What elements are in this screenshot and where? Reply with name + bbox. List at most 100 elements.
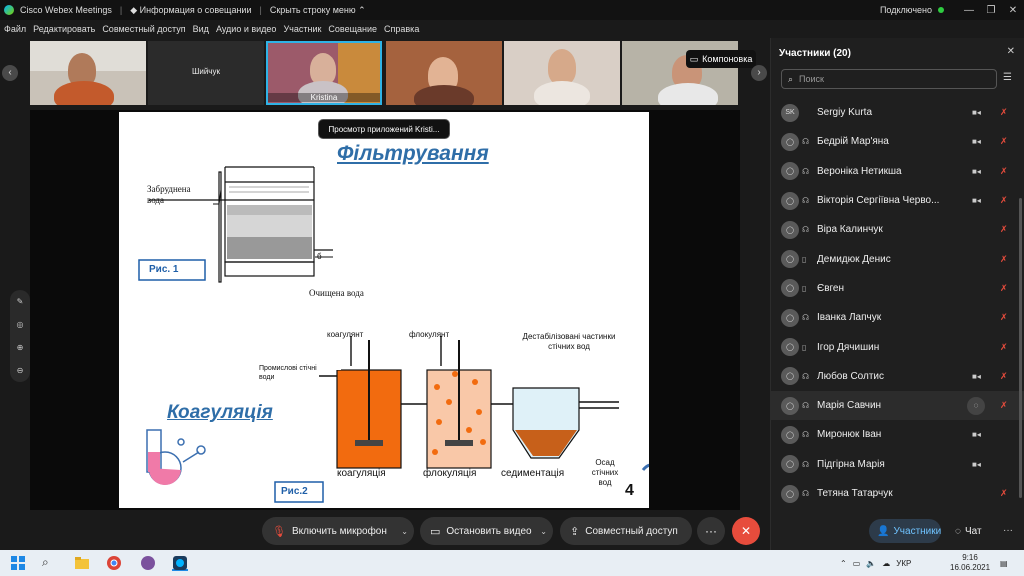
participant-search-input[interactable]: ⌕ Поиск bbox=[781, 69, 997, 89]
chevron-up-icon[interactable]: ⌃ bbox=[840, 559, 847, 568]
video-tile-2[interactable]: Шийчук bbox=[148, 41, 264, 105]
zoom-out-icon[interactable]: ⊖ bbox=[17, 366, 24, 375]
chat-bubble-icon[interactable]: ◌ bbox=[967, 396, 985, 415]
close-panel-icon[interactable]: ✕ bbox=[1007, 46, 1015, 57]
participant-row[interactable]: ◯ ▯ Євген ✗ bbox=[771, 274, 1024, 303]
leave-meeting-button[interactable]: ✕ bbox=[732, 517, 760, 545]
avatar: ◯ bbox=[781, 250, 799, 269]
people-icon: 👤 bbox=[877, 525, 890, 537]
audio-icon: ☊ bbox=[802, 489, 810, 498]
avatar: ◯ bbox=[781, 367, 799, 386]
participant-row[interactable]: ◯ ☊ Віра Калинчук ✗ bbox=[771, 215, 1024, 244]
audio-icon: ☊ bbox=[802, 166, 810, 176]
mic-muted-icon[interactable]: ✗ bbox=[1000, 136, 1008, 147]
language-indicator[interactable]: УКР bbox=[896, 559, 911, 568]
camera-icon: ▭ bbox=[430, 525, 441, 538]
slide-page-number: 4 bbox=[625, 482, 634, 499]
webex-taskbar-icon[interactable] bbox=[172, 555, 188, 571]
menu-audio-video[interactable]: Аудио и видео bbox=[216, 24, 277, 34]
unmute-button[interactable]: 🎙 Включить микрофон ⌄ bbox=[262, 517, 414, 545]
participant-row[interactable]: ◯ ☊ Бедрій Мар'яна ■◂ ✗ bbox=[771, 127, 1024, 156]
coagulant-label: коагулянт bbox=[327, 330, 364, 339]
video-tile-1[interactable] bbox=[30, 41, 146, 105]
clock[interactable]: 9:16 16.06.2021 bbox=[950, 550, 990, 576]
menu-edit[interactable]: Редактировать bbox=[33, 24, 95, 34]
meeting-info-link[interactable]: ◆ Информация о совещании bbox=[130, 5, 251, 16]
menu-file[interactable]: Файл bbox=[4, 24, 26, 34]
webex-logo-icon bbox=[4, 5, 14, 15]
mic-muted-icon[interactable]: ✗ bbox=[1000, 224, 1008, 235]
video-on-icon: ■◂ bbox=[972, 166, 981, 176]
mic-muted-icon[interactable]: ✗ bbox=[1000, 342, 1008, 353]
restore-icon[interactable]: ❐ bbox=[980, 5, 1002, 16]
panel-scrollbar[interactable] bbox=[1019, 198, 1022, 498]
menu-share[interactable]: Совместный доступ bbox=[102, 24, 185, 34]
stop-video-button[interactable]: ▭ Остановить видео ⌄ bbox=[420, 517, 553, 545]
notifications-icon[interactable]: ▤ bbox=[1000, 550, 1008, 576]
participant-row[interactable]: SK Sergiy Kurta ■◂ ✗ bbox=[771, 98, 1024, 127]
mic-muted-icon[interactable]: ✗ bbox=[1000, 254, 1008, 265]
phone-icon: ▯ bbox=[802, 342, 807, 352]
mic-muted-icon[interactable]: ✗ bbox=[1000, 371, 1008, 382]
avatar: ◯ bbox=[781, 396, 799, 415]
menu-view[interactable]: Вид bbox=[193, 24, 209, 34]
participant-row[interactable]: ◯ ☊ Вікторія Сергіївна Черво... ■◂ ✗ bbox=[771, 186, 1024, 215]
mic-muted-icon[interactable]: ✗ bbox=[1000, 195, 1008, 206]
view-apps-tooltip[interactable]: Просмотр приложений Kristi... bbox=[318, 119, 450, 139]
video-tile-3-active-speaker[interactable]: Kristina bbox=[266, 41, 382, 105]
search-icon[interactable]: ⌕ bbox=[42, 555, 58, 571]
mic-muted-icon[interactable]: ✗ bbox=[1000, 283, 1008, 294]
more-options-button[interactable]: ··· bbox=[697, 517, 725, 545]
participant-row[interactable]: ◯ ☊ Любов Солтис ■◂ ✗ bbox=[771, 362, 1024, 391]
file-explorer-icon[interactable] bbox=[74, 555, 90, 571]
mic-muted-icon[interactable]: ✗ bbox=[1000, 107, 1008, 118]
participant-row[interactable]: ◯ ☊ Миронюк Іван ■◂ bbox=[771, 420, 1024, 449]
participant-row[interactable]: ◯ ▯ Ігор Дячишин ✗ bbox=[771, 332, 1024, 361]
zoom-in-icon[interactable]: ⊕ bbox=[17, 343, 24, 352]
participant-row[interactable]: ◯ ▯ Демидюк Денис ✗ bbox=[771, 244, 1024, 273]
menu-participant[interactable]: Участник bbox=[283, 24, 321, 34]
menu-meeting[interactable]: Совещание bbox=[328, 24, 377, 34]
participants-panel: Участники (20) ✕ ⌕ Поиск ☰ SK Sergiy Kurt… bbox=[770, 38, 1024, 550]
menu-bar: Файл Редактировать Совместный доступ Вид… bbox=[0, 20, 770, 38]
industrial-water-label: Промислові стічні води bbox=[259, 365, 317, 381]
mic-muted-icon[interactable]: ✗ bbox=[1000, 488, 1008, 499]
chrome-icon[interactable] bbox=[106, 555, 122, 571]
participant-row-selected[interactable]: ◯ ☊ Марія Савчин ◌ ✗ bbox=[771, 390, 1024, 421]
share-content-button[interactable]: ⇪ Совместный доступ bbox=[560, 517, 692, 545]
volume-icon[interactable]: 🔈 bbox=[866, 559, 876, 568]
avatar: ◯ bbox=[781, 484, 799, 503]
panel-title: Участники (20) bbox=[779, 47, 851, 59]
windows-start-icon[interactable] bbox=[10, 555, 26, 571]
close-window-icon[interactable]: ✕ bbox=[1002, 5, 1024, 16]
annotate-icon[interactable]: ✎ bbox=[17, 297, 24, 306]
network-icon[interactable]: ▭ bbox=[853, 559, 861, 568]
mic-muted-icon[interactable]: ✗ bbox=[1000, 312, 1008, 323]
tab-chat[interactable]: ◌ Чат bbox=[947, 519, 991, 543]
prev-videos-button[interactable]: ‹ bbox=[2, 65, 18, 81]
participant-row[interactable]: ◯ ☊ Іванка Лапчук ✗ bbox=[771, 303, 1024, 332]
video-tile-4[interactable] bbox=[386, 41, 502, 105]
pointer-icon[interactable]: ◎ bbox=[17, 320, 24, 329]
avatar: ◯ bbox=[781, 338, 799, 357]
chevron-down-icon[interactable]: ⌄ bbox=[540, 527, 547, 536]
mic-muted-icon[interactable]: ✗ bbox=[1000, 166, 1008, 177]
participant-row[interactable]: ◯ ☊ Підгірна Марія ■◂ bbox=[771, 450, 1024, 479]
menu-help[interactable]: Справка bbox=[384, 24, 419, 34]
participant-row[interactable]: ◯ ☊ Вероніка Нетикша ■◂ ✗ bbox=[771, 157, 1024, 186]
layout-button[interactable]: ▭ Компоновка bbox=[686, 50, 756, 68]
tab-participants[interactable]: 👤 Участники bbox=[869, 519, 941, 543]
video-on-icon: ■◂ bbox=[972, 108, 981, 118]
onedrive-icon[interactable]: ☁ bbox=[882, 559, 890, 568]
mic-muted-icon[interactable]: ✗ bbox=[1000, 400, 1008, 411]
participant-row[interactable]: ◯ ☊ Тетяна Татарчук ✗ bbox=[771, 479, 1024, 508]
hide-menu-link[interactable]: Скрыть строку меню ⌃ bbox=[270, 5, 366, 16]
more-panels-icon[interactable]: ··· bbox=[1003, 525, 1013, 536]
minimize-icon[interactable]: — bbox=[958, 5, 980, 16]
sort-icon[interactable]: ☰ bbox=[1003, 72, 1012, 83]
video-tile-5[interactable] bbox=[504, 41, 620, 105]
chevron-down-icon[interactable]: ⌄ bbox=[401, 527, 408, 536]
share-icon: ⇪ bbox=[570, 525, 580, 538]
viber-icon[interactable] bbox=[140, 555, 156, 571]
next-videos-button[interactable]: › bbox=[751, 65, 767, 81]
